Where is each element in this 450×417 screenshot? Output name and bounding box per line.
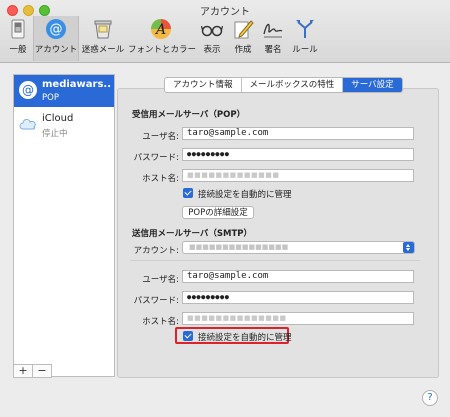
account-type: POP <box>42 93 59 103</box>
toolbar-item-general[interactable]: 一般 <box>4 18 32 60</box>
outgoing-username-field[interactable]: taro@sample.com <box>182 270 414 283</box>
toolbar: アカウント 一般 @ アカウント 迷惑メール A フォントとカラー 表示 作成 … <box>0 0 450 63</box>
outgoing-account-label: アカウント: <box>133 246 179 256</box>
outgoing-host-label: ホスト名: <box>142 317 179 327</box>
account-item-icloud[interactable]: iCloud 停止中 <box>14 109 114 141</box>
account-name: iCloud <box>42 113 74 124</box>
glasses-icon <box>200 18 224 40</box>
incoming-auto-manage-checkbox[interactable] <box>183 188 193 198</box>
outgoing-username-label: ユーザ名: <box>142 275 179 285</box>
signature-icon <box>262 18 284 40</box>
cloud-icon <box>18 114 38 134</box>
outgoing-account-value: ■■■■■■■■■■■■■■■ <box>189 243 289 251</box>
junk-mail-icon <box>92 18 114 40</box>
tab-bar: アカウント情報 メールボックスの特性 サーバ設定 <box>164 77 403 93</box>
compose-icon <box>232 18 254 40</box>
toolbar-item-fonts-colors[interactable]: A フォントとカラー <box>128 18 196 60</box>
incoming-host-field[interactable]: ■■■■■■■■■■■■■ <box>182 169 414 182</box>
incoming-host-label: ホスト名: <box>142 174 179 184</box>
accounts-list: @ mediawars... POP iCloud 停止中 <box>13 74 115 377</box>
switch-icon <box>7 18 29 40</box>
font-color-icon: A <box>150 18 172 40</box>
outgoing-password-field[interactable]: ●●●●●●●●● <box>182 291 414 304</box>
divider <box>130 260 420 261</box>
toolbar-item-signatures[interactable]: 署名 <box>259 18 287 60</box>
toolbar-item-junk-mail[interactable]: 迷惑メール <box>81 18 125 60</box>
at-icon: @ <box>45 18 67 40</box>
outgoing-auto-manage-label: 接続設定を自動的に管理 <box>198 333 292 343</box>
account-list-controls: + − <box>13 364 115 378</box>
toolbar-item-rules[interactable]: ルール <box>290 18 320 60</box>
svg-text:@: @ <box>22 83 34 97</box>
at-icon: @ <box>18 80 38 100</box>
account-name: mediawars... <box>42 79 112 90</box>
chevron-updown-icon <box>403 242 414 253</box>
outgoing-section-title: 送信用メールサーバ（SMTP） <box>132 229 253 239</box>
help-button[interactable]: ? <box>422 390 438 406</box>
rules-icon <box>294 18 316 40</box>
incoming-password-field[interactable]: ●●●●●●●●● <box>182 148 414 161</box>
preferences-window: アカウント 一般 @ アカウント 迷惑メール A フォントとカラー 表示 作成 … <box>0 0 450 417</box>
svg-text:@: @ <box>50 22 63 37</box>
incoming-password-label: パスワード: <box>133 153 179 163</box>
incoming-section-title: 受信用メールサーバ（POP） <box>132 110 246 120</box>
outgoing-host-field[interactable]: ■■■■■■■■■■■■■■ <box>182 312 414 325</box>
account-item-mediawars[interactable]: @ mediawars... POP <box>14 75 114 107</box>
toolbar-item-compose[interactable]: 作成 <box>229 18 257 60</box>
svg-text:A: A <box>154 22 166 38</box>
incoming-username-field[interactable]: taro@sample.com <box>182 127 414 140</box>
tab-mailbox-behaviors[interactable]: メールボックスの特性 <box>242 78 344 92</box>
toolbar-item-view[interactable]: 表示 <box>198 18 226 60</box>
outgoing-auto-manage-checkbox[interactable] <box>183 331 193 341</box>
tab-account-info[interactable]: アカウント情報 <box>165 78 242 92</box>
toolbar-item-accounts[interactable]: @ アカウント <box>33 16 79 61</box>
outgoing-account-select[interactable]: ■■■■■■■■■■■■■■■ <box>182 241 415 254</box>
pop-advanced-settings-button[interactable]: POPの詳細設定 <box>182 206 254 219</box>
incoming-auto-manage-label: 接続設定を自動的に管理 <box>198 190 292 200</box>
add-account-button[interactable]: + <box>13 364 33 378</box>
incoming-username-label: ユーザ名: <box>142 132 179 142</box>
account-status: 停止中 <box>42 129 68 139</box>
tab-server-settings[interactable]: サーバ設定 <box>343 78 402 92</box>
outgoing-password-label: パスワード: <box>133 296 179 306</box>
remove-account-button[interactable]: − <box>32 364 52 378</box>
